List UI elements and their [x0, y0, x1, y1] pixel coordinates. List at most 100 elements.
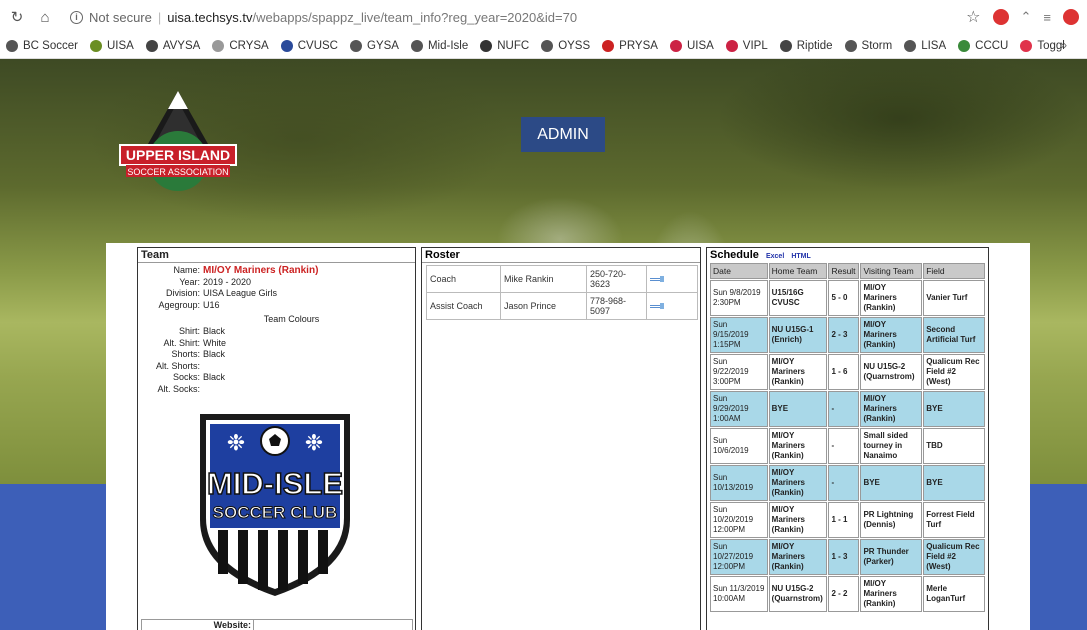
schedule-column-header[interactable]: Result: [828, 263, 860, 279]
svg-text:❉: ❉: [305, 431, 323, 456]
bookmark-favicon-icon: [602, 40, 615, 52]
schedule-visiting-team[interactable]: Small sided tourney in Nanaimo: [860, 428, 923, 464]
bookmark-item[interactable]: UISA: [669, 40, 714, 52]
schedule-home-team[interactable]: MI/OY Mariners (Rankin): [768, 465, 828, 501]
bookmark-favicon-icon: [779, 40, 792, 52]
info-icon[interactable]: i: [70, 10, 83, 24]
schedule-home-team[interactable]: NU U15G-2 (Quarnstrom): [768, 576, 828, 612]
schedule-result: 1 - 1: [828, 502, 860, 538]
bookmark-item[interactable]: PRYSA: [602, 40, 658, 52]
schedule-result: -: [828, 391, 860, 427]
team-panel: Team Name: MI/OY Mariners (Rankin) Year: 2…: [137, 247, 416, 630]
team-agegroup: U16: [203, 299, 220, 310]
menu-icon[interactable]: ≡: [1043, 10, 1051, 25]
bookmark-label: Mid-Isle: [427, 40, 469, 52]
reload-icon[interactable]: ↻: [6, 8, 28, 26]
bookmark-item[interactable]: Mid-Isle: [410, 40, 469, 52]
schedule-column-header[interactable]: Date: [710, 263, 768, 279]
html-link[interactable]: HTML: [791, 253, 810, 260]
schedule-date: Sun 10/20/2019 12:00PM: [710, 502, 768, 538]
profile-icon[interactable]: [1063, 9, 1079, 25]
schedule-field[interactable]: Qualicum Rec Field #2 (West): [923, 539, 985, 575]
bookmark-label: CRYSA: [229, 40, 269, 52]
roster-phone[interactable]: 250-720-3623: [586, 265, 647, 293]
schedule-visiting-team[interactable]: PR Lightning (Dennis): [860, 502, 923, 538]
schedule-visiting-team[interactable]: MI/OY Mariners (Rankin): [860, 317, 923, 353]
email-icon[interactable]: [650, 276, 664, 282]
schedule-field[interactable]: Merle LoganTurf: [923, 576, 985, 612]
roster-title: Roster: [422, 248, 700, 263]
schedule-field[interactable]: BYE: [923, 465, 985, 501]
schedule-home-team[interactable]: MI/OY Mariners (Rankin): [768, 428, 828, 464]
schedule-visiting-team[interactable]: BYE: [860, 465, 923, 501]
schedule-row: Sun 11/3/2019 10:00AM NU U15G-2 (Quarnstr…: [710, 576, 985, 612]
website-row: Website:: [141, 619, 413, 630]
schedule-visiting-team[interactable]: PR Thunder (Parker): [860, 539, 923, 575]
bookmark-item[interactable]: VIPL: [725, 40, 768, 52]
schedule-row: Sun 10/6/2019 MI/OY Mariners (Rankin) - Sma…: [710, 428, 985, 464]
bookmark-item[interactable]: CRYSA: [212, 40, 269, 52]
bookmark-item[interactable]: UISA: [89, 40, 134, 52]
team-colour-row: Alt. Shorts:: [155, 360, 200, 371]
schedule-home-team[interactable]: MI/OY Mariners (Rankin): [768, 539, 828, 575]
schedule-field[interactable]: Forrest Field Turf: [923, 502, 985, 538]
bookmark-item[interactable]: GYSA: [350, 40, 399, 52]
url-field[interactable]: i Not secure | uisa.techsys.tv /webapps/…: [70, 10, 966, 25]
logo-text-bottom: SOCCER ASSOCIATION: [127, 167, 228, 177]
bookmark-item[interactable]: BC Soccer: [6, 40, 78, 52]
bookmark-item[interactable]: Riptide: [779, 40, 833, 52]
schedule-field[interactable]: Qualicum Rec Field #2 (West): [923, 354, 985, 390]
excel-link[interactable]: Excel: [766, 253, 784, 260]
bookmark-item[interactable]: OYSS: [541, 40, 590, 52]
schedule-home-team[interactable]: MI/OY Mariners (Rankin): [768, 502, 828, 538]
uisa-logo[interactable]: UPPER ISLAND SOCCER ASSOCIATION: [116, 87, 240, 199]
schedule-home-team[interactable]: U15/16G CVUSC: [768, 280, 828, 316]
schedule-date: Sun 9/22/2019 3:00PM: [710, 354, 768, 390]
bookmark-label: LISA: [921, 40, 947, 52]
bookmarks-bar: BC Soccer UISA AVYSA CRYSA CVUSC GYSA Mid-Isle…: [0, 34, 1087, 59]
schedule-result: 5 - 0: [828, 280, 860, 316]
schedule-visiting-team[interactable]: MI/OY Mariners (Rankin): [860, 280, 923, 316]
bookmark-item[interactable]: AVYSA: [145, 40, 200, 52]
team-name-row: Name: MI/OY Mariners (Rankin): [138, 265, 415, 277]
roster-email-cell[interactable]: [646, 265, 698, 293]
schedule-home-team[interactable]: BYE: [768, 391, 828, 427]
schedule-home-team[interactable]: NU U15G-1 (Enrich): [768, 317, 828, 353]
schedule-home-team[interactable]: MI/OY Mariners (Rankin): [768, 354, 828, 390]
bookmarks-more-button[interactable]: »: [1061, 40, 1067, 52]
bookmark-favicon-icon: [541, 40, 554, 52]
bookmark-label: CCCU: [975, 40, 1009, 52]
roster-email-cell[interactable]: [646, 292, 698, 320]
schedule-field[interactable]: Second Artificial Turf: [923, 317, 985, 353]
roster-row: Coach Mike Rankin 250-720-3623: [426, 265, 698, 293]
star-icon[interactable]: ☆: [966, 7, 980, 27]
schedule-column-header[interactable]: Field: [923, 263, 985, 279]
schedule-column-header[interactable]: Home Team: [768, 263, 828, 279]
adblock-icon[interactable]: [992, 9, 1009, 25]
team-colour-row: Shorts: Black: [171, 349, 226, 359]
bookmark-item[interactable]: CCCU: [958, 40, 1008, 52]
schedule-result: 2 - 3: [828, 317, 860, 353]
schedule-visiting-team[interactable]: MI/OY Mariners (Rankin): [860, 391, 923, 427]
extension-icon[interactable]: ⌃: [1021, 9, 1032, 25]
email-icon[interactable]: [650, 303, 664, 309]
roster-phone[interactable]: 778-968-5097: [586, 292, 647, 320]
bookmark-item[interactable]: CVUSC: [280, 40, 338, 52]
bookmark-item[interactable]: LISA: [904, 40, 946, 52]
roster-role: Assist Coach: [426, 292, 501, 320]
toolbar-icons: ☆ ⌃ ≡: [966, 7, 1079, 27]
bookmark-item[interactable]: Toggl: [1020, 40, 1065, 52]
bookmark-item[interactable]: NUFC: [480, 40, 529, 52]
schedule-column-header[interactable]: Visiting Team: [860, 263, 923, 279]
schedule-field[interactable]: Vanier Turf: [923, 280, 985, 316]
bookmark-label: Storm: [861, 40, 893, 52]
home-icon[interactable]: ⌂: [34, 9, 56, 26]
bookmark-item[interactable]: Storm: [844, 40, 893, 52]
schedule-field[interactable]: TBD: [923, 428, 985, 464]
schedule-field[interactable]: BYE: [923, 391, 985, 427]
schedule-visiting-team[interactable]: NU U15G-2 (Quarnstrom): [860, 354, 923, 390]
admin-button[interactable]: ADMIN: [521, 117, 605, 152]
bookmark-favicon-icon: [212, 40, 225, 52]
team-colour-row: Shirt: Black: [178, 326, 226, 336]
schedule-visiting-team[interactable]: MI/OY Mariners (Rankin): [860, 576, 923, 612]
